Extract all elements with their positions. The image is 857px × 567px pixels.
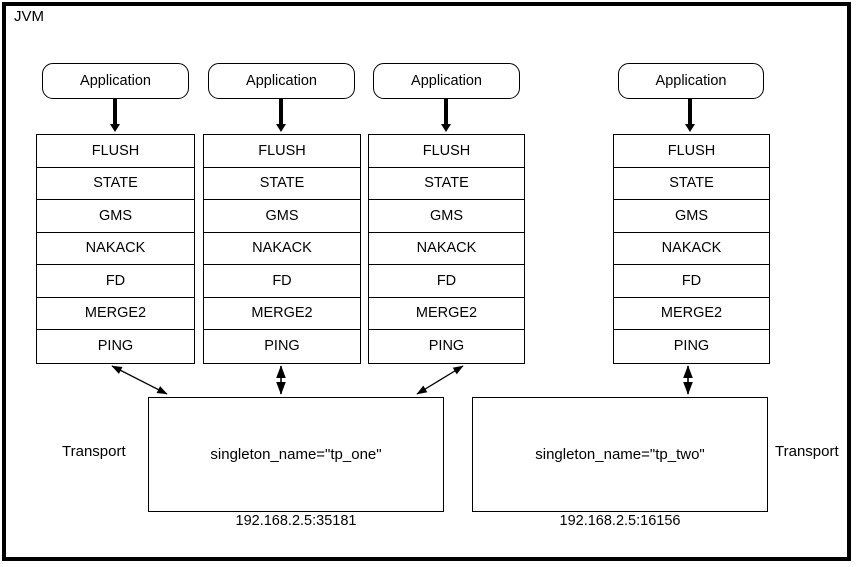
protocol-row-fd[interactable]: FD [37, 265, 194, 298]
protocol-row-gms[interactable]: GMS [204, 200, 360, 233]
protocol-row-merge2[interactable]: MERGE2 [37, 298, 194, 330]
application-arrowhead-3-icon [441, 124, 451, 132]
protocol-row-gms[interactable]: GMS [369, 200, 524, 233]
protocol-row-ping[interactable]: PING [369, 330, 524, 363]
application-arrowhead-1-icon [110, 124, 120, 132]
protocol-row-nakack[interactable]: NAKACK [204, 233, 360, 265]
application-connector-4 [688, 98, 692, 124]
protocol-row-gms[interactable]: GMS [37, 200, 194, 233]
transport-one-address: 192.168.2.5:35181 [235, 513, 357, 529]
protocol-row-ping[interactable]: PING [37, 330, 194, 363]
protocol-row-state[interactable]: STATE [37, 168, 194, 200]
transport-two-side-label: Transport [775, 443, 839, 460]
transport-one-side-label: Transport [62, 443, 126, 460]
protocol-row-ping[interactable]: PING [204, 330, 360, 363]
protocol-row-merge2[interactable]: MERGE2 [614, 298, 769, 330]
application-box-4[interactable]: Application [618, 63, 764, 99]
protocol-row-nakack[interactable]: NAKACK [369, 233, 524, 265]
protocol-row-flush[interactable]: FLUSH [37, 135, 194, 168]
protocol-row-flush[interactable]: FLUSH [614, 135, 769, 168]
protocol-row-ping[interactable]: PING [614, 330, 769, 363]
application-box-2-label: Application [246, 73, 317, 89]
protocol-stack-1: FLUSH STATE GMS NAKACK FD MERGE2 PING [36, 134, 195, 364]
application-box-3-label: Application [411, 73, 482, 89]
protocol-row-fd[interactable]: FD [369, 265, 524, 298]
protocol-row-gms[interactable]: GMS [614, 200, 769, 233]
transport-two-singleton-label: singleton_name="tp_two" [535, 446, 705, 463]
application-box-4-label: Application [655, 73, 727, 89]
application-box-2[interactable]: Application [208, 63, 355, 99]
protocol-row-nakack[interactable]: NAKACK [37, 233, 194, 265]
protocol-row-fd[interactable]: FD [614, 265, 769, 298]
application-connector-2 [279, 98, 283, 124]
protocol-stack-2: FLUSH STATE GMS NAKACK FD MERGE2 PING [203, 134, 361, 364]
protocol-row-flush[interactable]: FLUSH [369, 135, 524, 168]
protocol-row-flush[interactable]: FLUSH [204, 135, 360, 168]
transport-two-address: 192.168.2.5:16156 [559, 513, 681, 529]
protocol-row-merge2[interactable]: MERGE2 [204, 298, 360, 330]
protocol-stack-4: FLUSH STATE GMS NAKACK FD MERGE2 PING [613, 134, 770, 364]
transport-box-one[interactable]: singleton_name="tp_one" [148, 397, 444, 512]
application-arrowhead-2-icon [276, 124, 286, 132]
protocol-row-state[interactable]: STATE [614, 168, 769, 200]
diagram-canvas: JVM Application Application Application … [0, 0, 857, 567]
application-box-1[interactable]: Application [42, 63, 189, 99]
protocol-row-nakack[interactable]: NAKACK [614, 233, 769, 265]
protocol-row-state[interactable]: STATE [369, 168, 524, 200]
protocol-row-fd[interactable]: FD [204, 265, 360, 298]
application-connector-3 [444, 98, 448, 124]
jvm-label: JVM [14, 8, 44, 25]
protocol-stack-3: FLUSH STATE GMS NAKACK FD MERGE2 PING [368, 134, 525, 364]
application-arrowhead-4-icon [685, 124, 695, 132]
application-box-3[interactable]: Application [373, 63, 520, 99]
protocol-row-merge2[interactable]: MERGE2 [369, 298, 524, 330]
transport-one-singleton-label: singleton_name="tp_one" [210, 446, 382, 463]
application-connector-1 [113, 98, 117, 124]
transport-box-two[interactable]: singleton_name="tp_two" [472, 397, 768, 512]
protocol-row-state[interactable]: STATE [204, 168, 360, 200]
application-box-1-label: Application [80, 73, 151, 89]
